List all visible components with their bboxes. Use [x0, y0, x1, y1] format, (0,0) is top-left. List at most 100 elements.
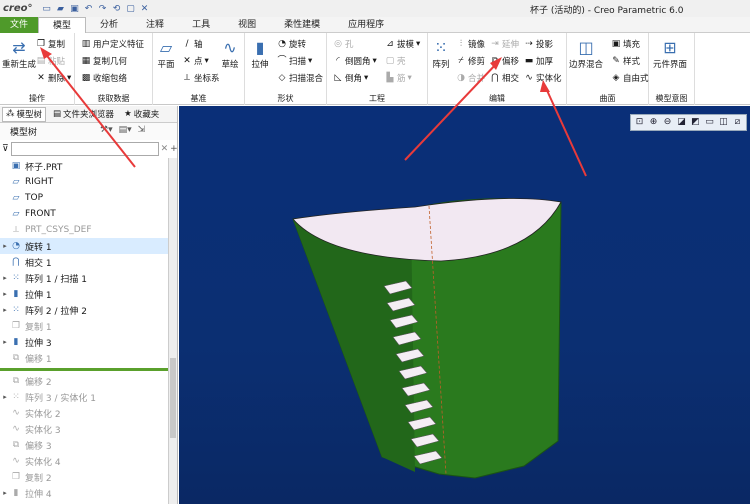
intersect-button[interactable]: ⋂ 相交 — [490, 72, 519, 84]
project-button[interactable]: ⇢ 投影 — [524, 38, 553, 50]
redo-icon[interactable]: ↷ — [97, 3, 109, 15]
window-icon[interactable]: ▢ — [125, 3, 137, 15]
expand-toggle-icon[interactable]: ▸ — [0, 338, 10, 346]
tree-item[interactable]: ❐ 复制 2 — [0, 469, 177, 485]
tree-item[interactable]: ▸ ⁙ 阵列 2 / 拉伸 2 — [0, 302, 177, 318]
revolve-button[interactable]: ◔ 旋转 — [277, 38, 306, 50]
tree-item[interactable]: ▱ RIGHT — [0, 174, 177, 190]
tree-item[interactable]: ∿ 实体化 3 — [0, 421, 177, 437]
expand-toggle-icon[interactable]: ▸ — [0, 242, 10, 250]
extend-button[interactable]: ⇥ 延伸 — [490, 38, 519, 50]
chevron-down-icon: ▾ — [308, 56, 313, 66]
tree-scrollbar[interactable] — [168, 158, 177, 504]
tab-file[interactable]: 文件 — [0, 17, 39, 33]
copy-geometry-button[interactable]: ▦ 复制几何 — [81, 55, 127, 67]
tab-applications[interactable]: 应用程序 — [334, 17, 398, 33]
regenerate-icon[interactable]: ⟲ — [111, 3, 123, 15]
tree-item[interactable]: ❐ 复制 1 — [0, 318, 177, 334]
tree-item[interactable]: ▸ ⁙ 阵列 1 / 扫描 1 — [0, 270, 177, 286]
tree-item[interactable]: ▸ ⁙ 阵列 3 / 实体化 1 — [0, 389, 177, 405]
open-icon[interactable]: ▰ — [55, 3, 67, 15]
tree-item[interactable]: ⧉ 偏移 1 — [0, 350, 177, 366]
tree-item[interactable]: ⧉ 偏移 3 — [0, 437, 177, 453]
pattern-icon: ⁙ — [434, 37, 448, 57]
style-button[interactable]: ✎ 样式 — [611, 55, 640, 67]
expand-toggle-icon[interactable]: ▸ — [0, 306, 10, 314]
tree-item[interactable]: ▣ 杯子.PRT — [0, 158, 177, 174]
trim-button[interactable]: ⌿ 修剪 — [456, 55, 485, 67]
tab-favorites[interactable]: ★ 收藏夹 — [121, 107, 162, 122]
tree-item[interactable]: ⟂ PRT_CSYS_DEF — [0, 222, 177, 238]
merge-button[interactable]: ◑ 合并 — [456, 72, 485, 84]
close-window-icon[interactable]: ✕ — [139, 3, 151, 15]
offset-button[interactable]: ⧉ 偏移 — [490, 55, 519, 67]
solidify-button[interactable]: ∿ 实体化 — [524, 72, 561, 84]
tab-model-tree[interactable]: ⁂ 模型树 — [2, 106, 47, 122]
tree-item[interactable]: ▸ ▮ 拉伸 4 — [0, 485, 177, 501]
shrinkwrap-button[interactable]: ▩ 收缩包络 — [81, 72, 127, 84]
shell-button[interactable]: ▢ 壳 — [385, 55, 406, 67]
tab-view[interactable]: 视图 — [224, 17, 270, 33]
chamfer-button[interactable]: ◺ 倒角 ▾ — [333, 72, 369, 84]
point-label: 点 — [194, 57, 203, 67]
extrude-button[interactable]: ▮ 拉伸 — [249, 36, 271, 71]
swept-blend-button[interactable]: ◇ 扫描混合 — [277, 72, 323, 84]
thicken-button[interactable]: ▬ 加厚 — [524, 55, 553, 67]
save-icon[interactable]: ▣ — [69, 3, 81, 15]
point-button[interactable]: ✕ 点 ▾ — [182, 55, 209, 67]
tree-item[interactable]: ▸ ▮ 拉伸 1 — [0, 286, 177, 302]
add-filter-icon[interactable]: + — [170, 144, 178, 154]
show-icon[interactable]: ▤▾ — [119, 125, 132, 135]
sweep-button[interactable]: ⌒ 扫描 ▾ — [277, 55, 312, 67]
csys-button[interactable]: ⟂ 坐标系 — [182, 72, 220, 84]
pattern-button[interactable]: ⁙ 阵列 — [430, 36, 452, 71]
expand-icon[interactable]: ⇲ — [138, 125, 146, 135]
plane-button[interactable]: ▱ 平面 — [155, 36, 177, 71]
search-input[interactable] — [10, 142, 159, 156]
tree-item[interactable]: ▱ FRONT — [0, 206, 177, 222]
regenerate-button[interactable]: ⇄ 重新生成 — [2, 36, 36, 71]
round-button[interactable]: ◜ 倒圆角 ▾ — [333, 55, 377, 67]
tab-flexible-modeling[interactable]: 柔性建模 — [270, 17, 334, 33]
rib-button[interactable]: ▙ 筋 ▾ — [385, 72, 412, 84]
tab-folder-browser[interactable]: ▤ 文件夹浏览器 — [50, 107, 117, 122]
tree-item[interactable]: ⋂ 相交 1 — [0, 254, 177, 270]
tab-model[interactable]: 模型 — [38, 17, 87, 34]
tree-settings-icon[interactable]: ⚒▾ — [100, 125, 113, 135]
expand-toggle-icon[interactable]: ▸ — [0, 290, 10, 298]
model-tree: ▣ 杯子.PRT ▱ RIGHT ▱ TOP ▱ FRONT ⟂ PRT_CSYS_DEF ▸ ◔ 旋转… — [0, 158, 177, 504]
fill-button[interactable]: ▣ 填充 — [611, 38, 640, 50]
boundary-blend-button[interactable]: ◫ 边界混合 — [569, 36, 603, 71]
copy-label: 复制 — [48, 40, 66, 50]
tree-item[interactable]: ∿ 实体化 2 — [0, 405, 177, 421]
graphics-window[interactable]: ⊡ ⊕ ⊖ ◪ ◩ ▭ ◫ ⧄ — [179, 106, 750, 504]
tree-item[interactable]: ⧉ 偏移 2 — [0, 373, 177, 389]
freeform-button[interactable]: ◈ 自由式 — [611, 72, 649, 84]
new-icon[interactable]: ▭ — [41, 3, 53, 15]
expand-toggle-icon[interactable]: ▸ — [0, 274, 10, 282]
delete-button[interactable]: ✕ 删除 ▾ — [36, 72, 71, 84]
mirror-button[interactable]: ⫶ 镜像 — [456, 38, 485, 50]
paste-button[interactable]: ▤ 粘贴 — [36, 55, 65, 67]
filter-icon[interactable]: ⊽ — [2, 144, 9, 154]
axis-button[interactable]: / 轴 — [182, 38, 202, 50]
udf-button[interactable]: ▥ 用户定义特征 — [81, 38, 144, 50]
scrollbar-thumb[interactable] — [170, 358, 176, 438]
expand-toggle-icon[interactable]: ▸ — [0, 393, 10, 401]
tab-annotate[interactable]: 注释 — [132, 17, 178, 33]
sketch-button[interactable]: ∿ 草绘 — [219, 36, 241, 71]
copy-button[interactable]: ❐ 复制 — [36, 38, 65, 50]
draft-button[interactable]: ⊿ 拔模 ▾ — [385, 38, 420, 50]
clear-icon[interactable]: ✕ — [161, 144, 169, 154]
tree-item[interactable]: ▸ ▮ 拉伸 3 — [0, 334, 177, 350]
tree-item[interactable]: ∿ 实体化 4 — [0, 453, 177, 469]
expand-toggle-icon[interactable]: ▸ — [0, 489, 10, 497]
hole-button[interactable]: ◎ 孔 — [333, 38, 353, 50]
tree-item[interactable]: ▱ TOP — [0, 190, 177, 206]
navigator-panel: ⁂ 模型树 ▤ 文件夹浏览器 ★ 收藏夹 模型树 ⚒▾ ▤▾ ⇲ ⊽ ✕ + ▣ 杯子.… — [0, 106, 178, 504]
tab-analysis[interactable]: 分析 — [86, 17, 132, 33]
tree-item[interactable]: ▸ ◔ 旋转 1 — [0, 238, 177, 254]
tab-tools[interactable]: 工具 — [178, 17, 224, 33]
undo-icon[interactable]: ↶ — [83, 3, 95, 15]
component-interface-button[interactable]: ⊞ 元件界面 — [653, 36, 687, 71]
